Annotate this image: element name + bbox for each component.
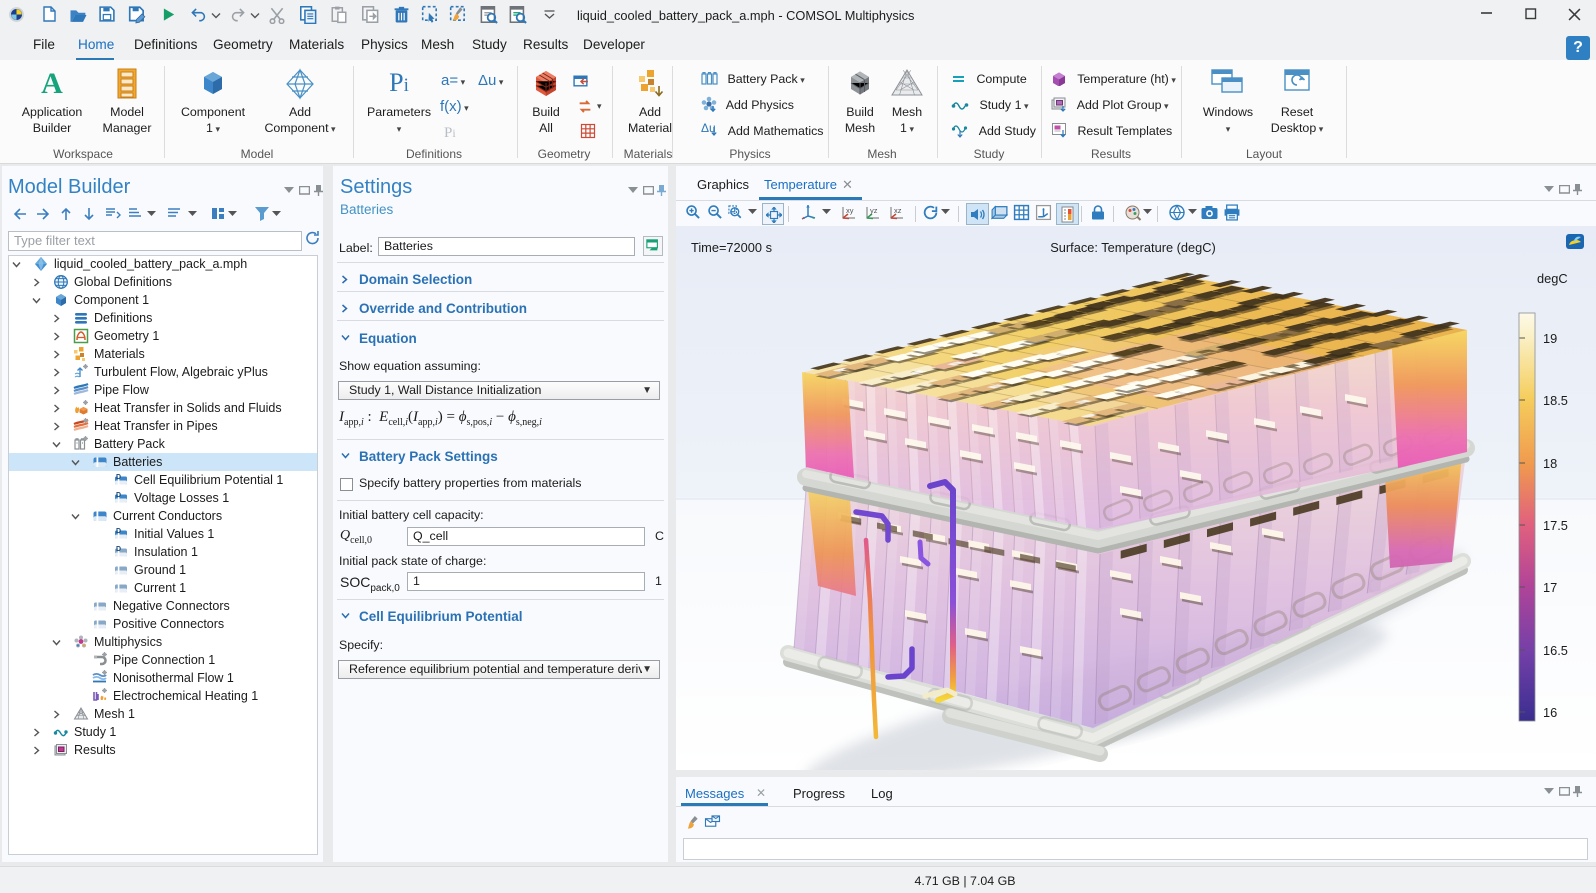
svg-text:Time=72000 s: Time=72000 s <box>691 240 772 255</box>
svg-text:D: D <box>116 546 121 553</box>
svg-text:18: 18 <box>1543 456 1557 471</box>
svg-text:16.5: 16.5 <box>1543 643 1568 658</box>
svg-text:yz: yz <box>870 206 878 215</box>
svg-text:17.5: 17.5 <box>1543 518 1568 533</box>
svg-text:18.5: 18.5 <box>1543 393 1568 408</box>
svg-text:D: D <box>116 474 121 481</box>
svg-text:D: D <box>116 528 121 535</box>
svg-text:19: 19 <box>1543 331 1557 346</box>
svg-text:17: 17 <box>1543 580 1557 595</box>
svg-text:degC: degC <box>1537 271 1568 286</box>
svg-text:Surface: Temperature (degC): Surface: Temperature (degC) <box>1050 240 1216 255</box>
svg-text:16: 16 <box>1543 705 1557 720</box>
svg-text:xy: xy <box>846 206 854 215</box>
svg-text:D: D <box>116 492 121 499</box>
svg-text:xz: xz <box>894 206 902 215</box>
